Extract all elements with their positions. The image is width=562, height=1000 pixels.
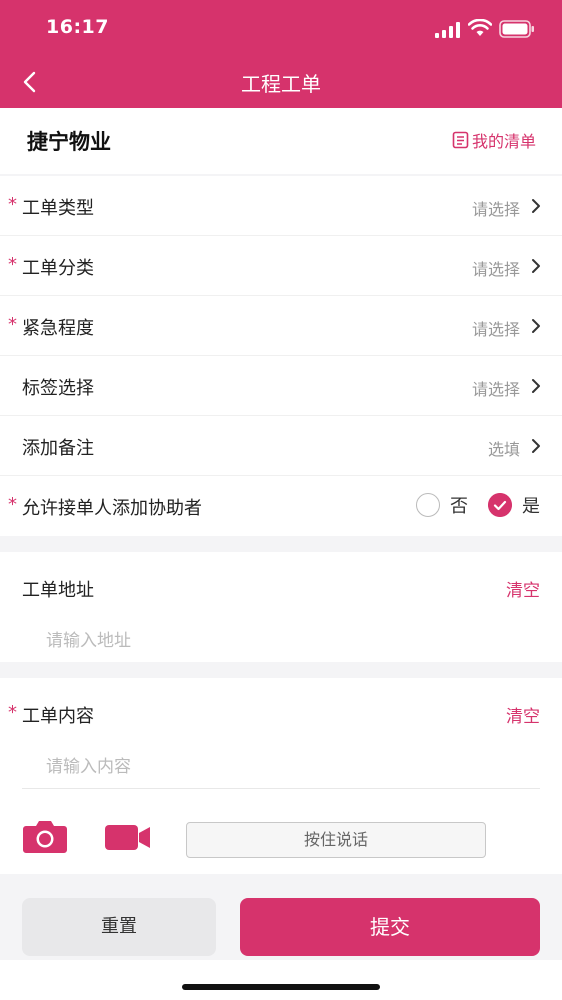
row-tags[interactable]: 标签选择 请选择 <box>0 356 562 416</box>
row-value: 选填 <box>487 440 520 459</box>
row-value: 请选择 <box>471 380 520 399</box>
content-section: * 工单内容 清空 请输入内容 按住说话 <box>0 678 562 874</box>
row-label: 添加备注 <box>22 438 94 459</box>
content-title: 工单内容 <box>22 706 94 727</box>
row-label: 紧急程度 <box>22 318 94 339</box>
row-label: 允许接单人添加协助者 <box>22 498 202 519</box>
row-value: 请选择 <box>471 260 520 279</box>
divider <box>22 788 540 789</box>
hold-to-talk-button[interactable]: 按住说话 <box>186 822 486 858</box>
row-allow-assistant: * 允许接单人添加协助者 否 是 <box>0 476 562 536</box>
required-mark: * <box>8 494 17 515</box>
chevron-right-icon <box>532 199 540 213</box>
status-time: 16:17 <box>46 16 109 38</box>
assist-radio-group: 否 是 <box>416 492 540 518</box>
my-list-label: 我的清单 <box>471 132 536 151</box>
chevron-right-icon <box>532 319 540 333</box>
status-bar: 16:17 <box>0 0 562 58</box>
chevron-right-icon <box>532 259 540 273</box>
address-title: 工单地址 <box>22 580 94 601</box>
home-indicator[interactable] <box>182 984 380 990</box>
video-camera-icon[interactable] <box>104 822 152 852</box>
screen: 16:17 工程工单 捷宁物业 我的清单 * 工单类型 请选择 * 工单分类 请… <box>0 0 562 1000</box>
radio-no-label: 否 <box>450 496 468 517</box>
required-mark: * <box>8 314 17 335</box>
address-section: 工单地址 清空 请输入地址 <box>0 552 562 662</box>
required-mark: * <box>8 702 17 723</box>
required-mark: * <box>8 194 17 215</box>
content-input[interactable]: 请输入内容 <box>46 752 131 777</box>
page-title: 工程工单 <box>241 72 321 96</box>
address-input[interactable]: 请输入地址 <box>46 626 131 651</box>
row-remark[interactable]: 添加备注 选填 <box>0 416 562 476</box>
bottom-actions: 重置 提交 <box>0 878 562 960</box>
row-order-type[interactable]: * 工单类型 请选择 <box>0 176 562 236</box>
submit-button[interactable]: 提交 <box>240 898 540 956</box>
row-label: 工单分类 <box>22 258 94 279</box>
row-order-category[interactable]: * 工单分类 请选择 <box>0 236 562 296</box>
camera-icon[interactable] <box>22 818 68 854</box>
required-mark: * <box>8 254 17 275</box>
row-urgency[interactable]: * 紧急程度 请选择 <box>0 296 562 356</box>
content-clear-button[interactable]: 清空 <box>506 702 540 727</box>
form-group: * 工单类型 请选择 * 工单分类 请选择 * 紧急程度 请选择 标签选择 请选… <box>0 176 562 536</box>
battery-icon <box>499 20 534 38</box>
nav-bar: 工程工单 <box>0 58 562 108</box>
row-label: 工单类型 <box>22 198 94 219</box>
chevron-right-icon <box>532 379 540 393</box>
chevron-right-icon <box>532 439 540 453</box>
radio-yes-checked-icon[interactable] <box>488 493 512 517</box>
signal-icon <box>435 22 460 38</box>
row-value: 请选择 <box>471 320 520 339</box>
my-list-link[interactable]: 我的清单 <box>452 128 536 152</box>
wifi-icon <box>468 19 492 36</box>
company-bar: 捷宁物业 我的清单 <box>0 108 562 174</box>
list-icon <box>452 131 469 149</box>
row-label: 标签选择 <box>22 378 94 399</box>
radio-yes-label: 是 <box>522 496 540 517</box>
row-value: 请选择 <box>471 200 520 219</box>
radio-no[interactable] <box>416 493 440 517</box>
company-name: 捷宁物业 <box>27 130 111 154</box>
reset-button[interactable]: 重置 <box>22 898 216 956</box>
address-clear-button[interactable]: 清空 <box>506 576 540 601</box>
header: 16:17 工程工单 <box>0 0 562 108</box>
home-area <box>0 960 562 1000</box>
